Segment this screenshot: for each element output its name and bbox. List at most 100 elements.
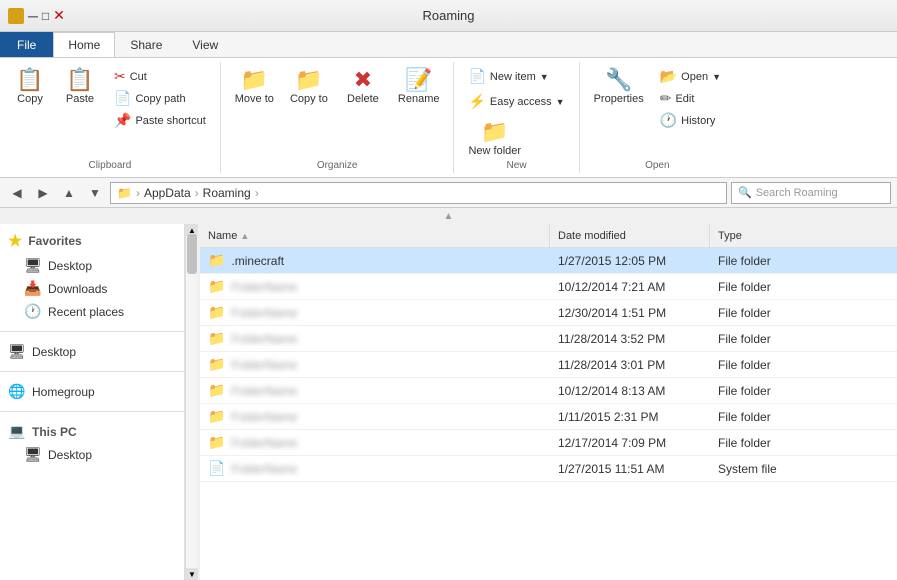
downloads-icon: 📥	[24, 280, 42, 297]
copy-path-button[interactable]: 📄 Copy path	[108, 88, 212, 109]
minimize-btn[interactable]: ─	[28, 8, 38, 24]
tab-share[interactable]: Share	[115, 32, 177, 57]
paste-shortcut-icon: 📌	[114, 112, 131, 129]
desktop-pc-icon: 🖥	[24, 446, 42, 463]
sidebar-scrollbar[interactable]: ▲ ▼	[185, 224, 197, 580]
file-date-cell: 10/12/2014 8:13 AM	[550, 384, 710, 398]
sidebar-item-desktop-pc[interactable]: 🖥 Desktop	[0, 443, 184, 466]
desktop-icon: 🖥	[24, 257, 42, 274]
table-row[interactable]: 📁.minecraft1/27/2015 12:05 PMFile folder	[200, 248, 897, 274]
file-list-header: Name ▲ Date modified Type	[200, 224, 897, 248]
new-group: 📄 New item ▼ ⚡ Easy access ▼ 📁 New folde…	[454, 62, 579, 173]
file-name-text: FolderName	[231, 410, 297, 424]
table-row[interactable]: 📁FolderName12/17/2014 7:09 PMFile folder	[200, 430, 897, 456]
move-to-button[interactable]: 📁 Move to	[229, 66, 280, 108]
title-bar-icons: ─ □ ✕	[8, 7, 65, 24]
homegroup-icon: 🌐	[8, 383, 26, 400]
sidebar-item-recent-places[interactable]: 🕐 Recent places	[0, 300, 184, 323]
column-name[interactable]: Name ▲	[200, 224, 550, 247]
maximize-btn[interactable]: □	[42, 9, 49, 23]
file-name-cell: 📁FolderName	[200, 434, 550, 451]
star-icon: ★	[8, 231, 22, 251]
up-button[interactable]: ▲	[58, 182, 80, 204]
history-button[interactable]: 🕐 History	[654, 110, 727, 131]
sidebar-divider-3	[0, 411, 184, 412]
this-pc-section: 💻 This PC 🖥 Desktop	[0, 416, 184, 470]
table-row[interactable]: 📁FolderName10/12/2014 7:21 AMFile folder	[200, 274, 897, 300]
file-name-cell: 📁.minecraft	[200, 252, 550, 269]
clipboard-group: 📋 Copy 📋 Paste ✂ Cut 📄 Copy path 📌	[0, 62, 221, 173]
file-name-cell: 📁FolderName	[200, 330, 550, 347]
table-row[interactable]: 📁 FolderName 10/12/2014 8:13 AMFile folder	[200, 378, 897, 404]
sidebar-item-desktop-standalone[interactable]: 🖥 Desktop	[0, 340, 184, 363]
folder-icon: 📁	[208, 382, 225, 399]
copy-button[interactable]: 📋 Copy	[8, 66, 52, 108]
clipboard-items: 📋 Copy 📋 Paste ✂ Cut 📄 Copy path 📌	[8, 62, 212, 160]
path-part-appdata[interactable]: AppData	[144, 186, 191, 200]
sidebar-item-homegroup[interactable]: 🌐 Homegroup	[0, 380, 184, 403]
recent-locations-button[interactable]: ▼	[84, 182, 106, 204]
scrollbar-down-arrow[interactable]: ▼	[186, 568, 198, 580]
desktop-standalone-icon: 🖥	[8, 343, 26, 360]
file-name-text: FolderName	[231, 306, 297, 320]
file-name-text: FolderName	[231, 280, 297, 294]
clipboard-small-buttons: ✂ Cut 📄 Copy path 📌 Paste shortcut	[108, 66, 212, 131]
tab-view[interactable]: View	[177, 32, 233, 57]
edit-button[interactable]: ✏ Edit	[654, 88, 727, 109]
rename-button[interactable]: 📝 Rename	[392, 66, 446, 108]
tab-home[interactable]: Home	[53, 32, 115, 57]
file-date-cell: 11/28/2014 3:01 PM	[550, 358, 710, 372]
path-part-roaming[interactable]: Roaming	[203, 186, 251, 200]
copy-path-icon: 📄	[114, 90, 131, 107]
table-row[interactable]: 📁FolderName1/11/2015 2:31 PMFile folder	[200, 404, 897, 430]
folder-icon: 📁	[208, 304, 225, 321]
file-type-cell: File folder	[710, 410, 897, 424]
new-folder-button[interactable]: 📁 New folder	[462, 118, 527, 160]
back-button[interactable]: ◀	[6, 182, 28, 204]
paste-icon: 📋	[66, 69, 93, 91]
file-list: Name ▲ Date modified Type 📁.minecraft1/2…	[200, 224, 897, 580]
forward-button[interactable]: ▶	[32, 182, 54, 204]
column-date-modified[interactable]: Date modified	[550, 224, 710, 247]
sidebar-item-desktop[interactable]: 🖥 Desktop	[0, 254, 184, 277]
file-name-cell: 📁FolderName	[200, 356, 550, 373]
open-button[interactable]: 📂 Open ▼	[654, 66, 727, 87]
file-type-cell: File folder	[710, 254, 897, 268]
homegroup-section: 🌐 Homegroup	[0, 376, 184, 407]
ribbon-tabs: File Home Share View	[0, 32, 897, 58]
file-name-cell: 📁FolderName	[200, 408, 550, 425]
search-box[interactable]: 🔍 Search Roaming	[731, 182, 891, 204]
folder-icon: 📁	[208, 278, 225, 295]
column-type[interactable]: Type	[710, 224, 897, 247]
table-row[interactable]: 📁FolderName11/28/2014 3:01 PMFile folder	[200, 352, 897, 378]
this-pc-header[interactable]: 💻 This PC	[0, 420, 184, 443]
table-row[interactable]: 📁FolderName12/30/2014 1:51 PMFile folder	[200, 300, 897, 326]
file-date-cell: 11/28/2014 3:52 PM	[550, 332, 710, 346]
move-to-icon: 📁	[241, 69, 268, 91]
file-type-cell: File folder	[710, 384, 897, 398]
file-rows-container: 📁.minecraft1/27/2015 12:05 PMFile folder…	[200, 248, 897, 482]
favorites-header: ★ Favorites	[0, 228, 184, 254]
cut-button[interactable]: ✂ Cut	[108, 66, 212, 87]
scrollbar-thumb[interactable]	[187, 234, 197, 274]
new-folder-icon: 📁	[481, 121, 508, 143]
open-label: Open	[645, 160, 669, 173]
copy-to-button[interactable]: 📁 Copy to	[284, 66, 334, 108]
properties-button[interactable]: 🔧 Properties	[588, 66, 650, 108]
edit-icon: ✏	[660, 90, 672, 107]
new-item-icon: 📄	[468, 68, 485, 85]
paste-button[interactable]: 📋 Paste	[58, 66, 102, 108]
address-path[interactable]: 📁 › AppData › Roaming ›	[110, 182, 727, 204]
file-name-cell: 📁 FolderName	[200, 278, 550, 295]
table-row[interactable]: 📄FolderName1/27/2015 11:51 AMSystem file	[200, 456, 897, 482]
tab-file[interactable]: File	[0, 32, 53, 57]
close-btn[interactable]: ✕	[53, 7, 65, 24]
paste-shortcut-button[interactable]: 📌 Paste shortcut	[108, 110, 212, 131]
easy-access-button[interactable]: ⚡ Easy access ▼	[462, 91, 570, 112]
table-row[interactable]: 📁FolderName11/28/2014 3:52 PMFile folder	[200, 326, 897, 352]
delete-button[interactable]: ✖ Delete	[338, 66, 388, 108]
sidebar-item-downloads[interactable]: 📥 Downloads	[0, 277, 184, 300]
new-item-button[interactable]: 📄 New item ▼	[462, 66, 554, 87]
file-name-text: FolderName	[231, 462, 297, 476]
file-name-text: FolderName	[231, 384, 297, 398]
